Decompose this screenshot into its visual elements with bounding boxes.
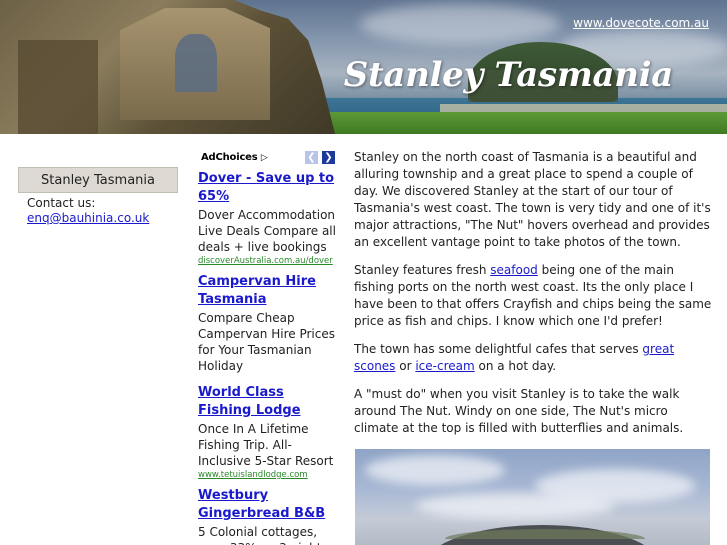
seafood-link[interactable]: seafood: [490, 263, 538, 277]
ad-description: Compare Cheap Campervan Hire Prices for …: [198, 311, 335, 373]
text: The town has some delightful cafes that …: [354, 342, 643, 356]
page-title: Stanley Tasmania: [343, 55, 674, 95]
ads-column: AdChoices ▷ ❮ ❯ Dover - Save up to 65% D…: [198, 150, 338, 545]
ice-cream-link[interactable]: ice-cream: [415, 359, 474, 373]
ad-description: Once In A Lifetime Fishing Trip. All-Inc…: [198, 422, 334, 468]
adchoices-icon: ▷: [260, 153, 268, 163]
ads-next-button[interactable]: ❯: [322, 151, 335, 164]
ad-item: Dover - Save up to 65% Dover Accommodati…: [198, 170, 338, 267]
ad-item: World Class Fishing Lodge Once In A Life…: [198, 384, 338, 481]
text: on a hot day.: [474, 359, 557, 373]
ad-url-link[interactable]: discoverAustralia.com.au/dover: [198, 255, 338, 267]
ad-description: Dover Accommodation Live Deals Compare a…: [198, 208, 336, 254]
photo-cloud: [415, 493, 615, 519]
photo-nut-top: [445, 529, 645, 539]
banner-beach: [440, 104, 727, 112]
ads-header: AdChoices ▷ ❮ ❯: [198, 150, 338, 166]
ads-prev-button[interactable]: ❮: [305, 151, 318, 164]
nut-photo: [355, 449, 710, 545]
banner-ruin-stone: [18, 40, 98, 134]
ad-url-link[interactable]: www.tetuislandlodge.com: [198, 469, 338, 481]
main-content: Stanley on the north coast of Tasmania i…: [354, 149, 712, 448]
text: Stanley features fresh: [354, 263, 491, 277]
ad-item: Westbury Gingerbread B&B 5 Colonial cott…: [198, 487, 338, 545]
text: or: [395, 359, 416, 373]
banner-ruin-window: [175, 34, 217, 92]
ad-title-link[interactable]: World Class Fishing Lodge: [198, 384, 338, 420]
dovecote-link[interactable]: www.dovecote.com.au: [573, 16, 709, 30]
ad-title-link[interactable]: Campervan Hire Tasmania: [198, 273, 338, 309]
paragraph-nut-walk: A "must do" when you visit Stanley is to…: [354, 387, 684, 435]
paragraph-seafood: Stanley features fresh seafood being one…: [354, 262, 712, 330]
header-banner: www.dovecote.com.au Stanley Tasmania: [0, 0, 727, 134]
contact-block: Contact us: enq@bauhinia.co.uk: [27, 196, 149, 226]
contact-label: Contact us:: [27, 196, 96, 210]
ad-description: 5 Colonial cottages, save 33% on 3 night…: [198, 525, 321, 545]
paragraph-cafes: The town has some delightful cafes that …: [354, 341, 712, 375]
banner-cloud: [360, 4, 560, 44]
paragraph-intro: Stanley on the north coast of Tasmania i…: [354, 150, 711, 249]
ad-title-link[interactable]: Westbury Gingerbread B&B: [198, 487, 338, 523]
ad-item: Campervan Hire Tasmania Compare Cheap Ca…: [198, 273, 338, 374]
contact-email-link[interactable]: enq@bauhinia.co.uk: [27, 211, 149, 225]
ad-title-link[interactable]: Dover - Save up to 65%: [198, 170, 338, 206]
adchoices-label[interactable]: AdChoices ▷: [201, 152, 268, 163]
nav-item-stanley-tasmania[interactable]: Stanley Tasmania: [18, 167, 178, 193]
photo-cloud: [365, 455, 505, 485]
